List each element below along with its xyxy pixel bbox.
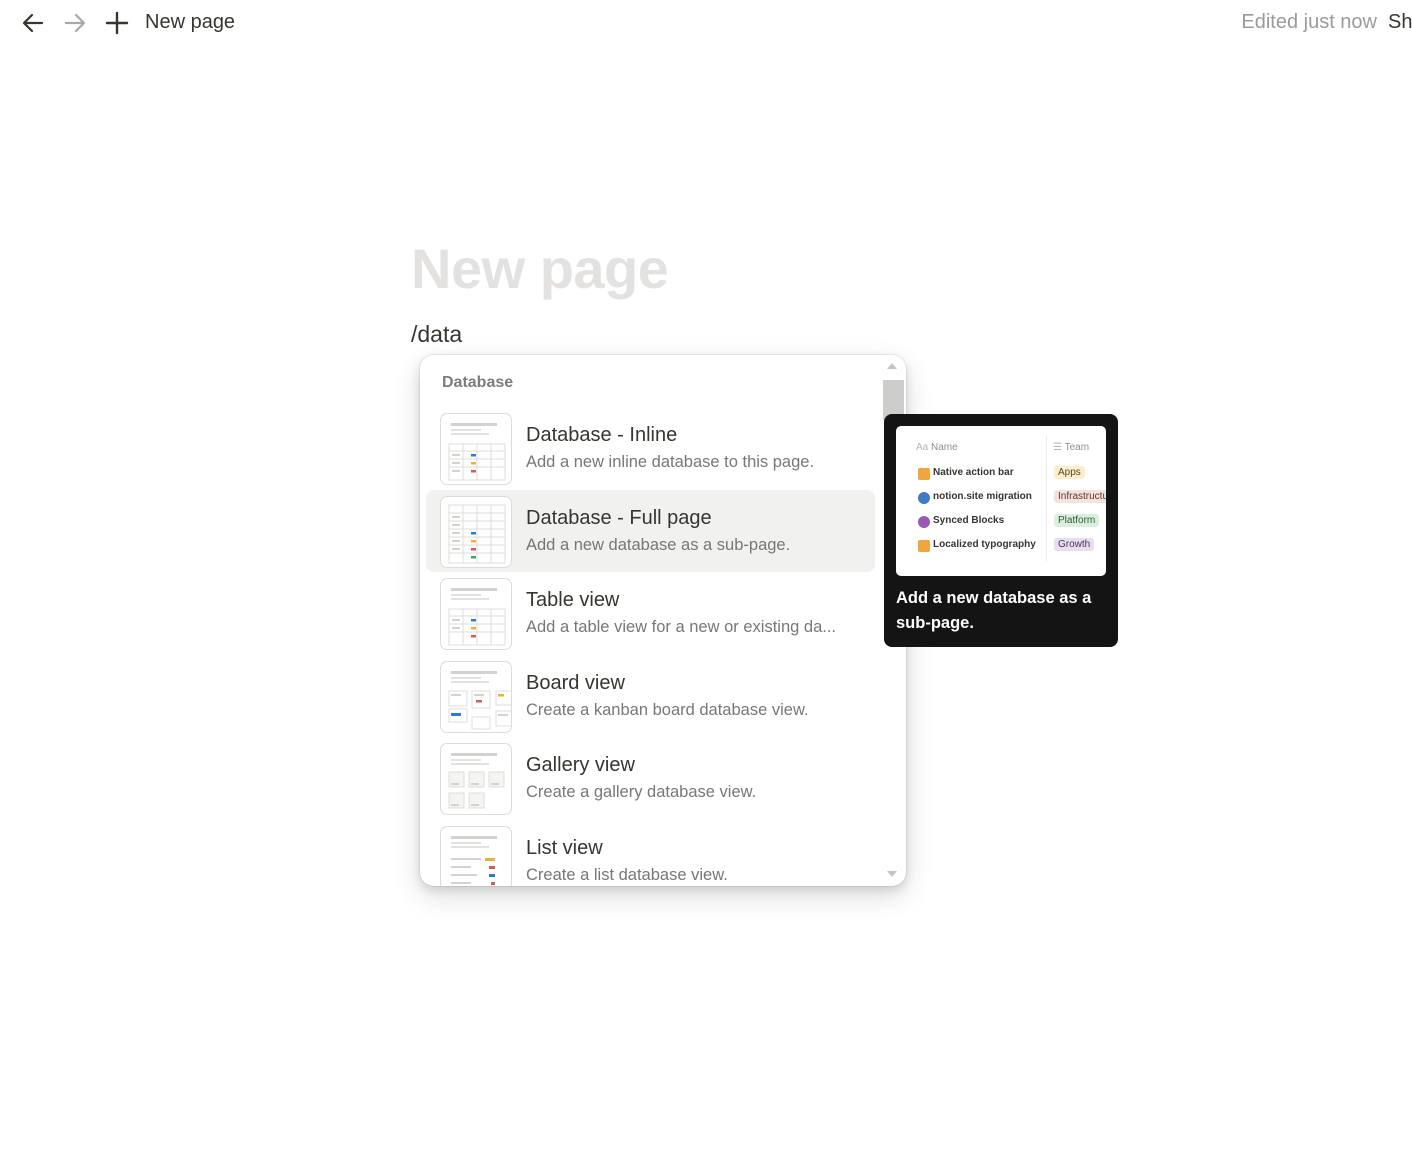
preview-row-tag: Platform xyxy=(1054,514,1100,527)
menu-item-title: Board view xyxy=(526,672,625,694)
preview-row: Localized typography Growth xyxy=(896,538,1106,553)
menu-item-database-full-page[interactable]: Database - Full page Add a new database … xyxy=(426,490,875,572)
preview-column-team: ☰ Team xyxy=(1053,442,1090,453)
preview-row-name: notion.site migration xyxy=(933,491,1032,502)
menu-item-description: Add a new database as a sub-page. xyxy=(526,536,791,554)
new-page-button[interactable] xyxy=(102,8,132,38)
topbar: New page Edited just now Share xyxy=(0,0,1412,48)
preview-row-name: Native action bar xyxy=(933,467,1014,478)
preview-row-tag: Apps xyxy=(1054,466,1085,479)
menu-item-title: Gallery view xyxy=(526,754,635,776)
list-view-thumbnail-icon xyxy=(440,826,512,886)
preview-row: Synced Blocks Platform xyxy=(896,514,1106,529)
list-property-icon: ☰ xyxy=(1053,442,1062,453)
translate-icon xyxy=(918,540,930,552)
preview-column-name: Aa Name xyxy=(916,442,958,453)
edited-status: Edited just now xyxy=(1241,11,1377,33)
text-property-icon: Aa xyxy=(916,442,929,453)
preview-row-name: Localized typography xyxy=(933,539,1036,550)
menu-item-description: Add a new inline database to this page. xyxy=(526,453,815,471)
menu-item-title: Database - Full page xyxy=(526,507,712,529)
preview-caption: Add a new database as a sub-page. xyxy=(896,589,1092,632)
menu-item-title: Table view xyxy=(526,589,620,611)
menu-item-title: Database - Inline xyxy=(526,424,678,446)
share-button[interactable]: Share xyxy=(1388,11,1412,34)
pencil-icon xyxy=(918,468,930,480)
preview-row-name: Synced Blocks xyxy=(933,515,1005,526)
slash-command-menu: Database Database - Inline Add a new inl… xyxy=(420,355,906,886)
menu-item-description: Create a list database view. xyxy=(526,866,728,884)
menu-item-database-inline[interactable]: Database - Inline Add a new inline datab… xyxy=(426,407,875,489)
menu-item-table-view[interactable]: Table view Add a table view for a new or… xyxy=(426,572,875,654)
menu-item-board-view[interactable]: Board view Create a kanban board databas… xyxy=(426,655,875,737)
back-button[interactable] xyxy=(18,8,48,38)
database-full-page-thumbnail-icon xyxy=(440,496,512,568)
menu-item-list-view[interactable]: List view Create a list database view. xyxy=(426,820,875,886)
preview-row-tag: Growth xyxy=(1054,538,1095,551)
scroll-down-arrow-icon[interactable] xyxy=(887,871,897,877)
menu-item-title: List view xyxy=(526,837,603,859)
preview-row: Native action bar Apps xyxy=(896,466,1106,481)
menu-item-gallery-view[interactable]: Gallery view Create a gallery database v… xyxy=(426,737,875,819)
preview-image: Aa Name ☰ Team Native action bar Apps no… xyxy=(896,426,1106,576)
menu-section-label: Database xyxy=(442,374,514,391)
database-inline-thumbnail-icon xyxy=(440,413,512,485)
breadcrumb-page-title[interactable]: New page xyxy=(145,11,235,34)
preview-tooltip: Aa Name ☰ Team Native action bar Apps no… xyxy=(884,414,1118,647)
globe-icon xyxy=(918,492,930,504)
arrow-left-icon xyxy=(22,13,44,33)
scroll-up-arrow-icon[interactable] xyxy=(887,363,897,369)
board-view-thumbnail-icon xyxy=(440,661,512,733)
crystal-ball-icon xyxy=(918,516,930,528)
preview-row-tag: Infrastructure xyxy=(1054,490,1106,503)
page-title-placeholder[interactable]: New page xyxy=(411,236,669,301)
slash-command-text[interactable]: /data xyxy=(411,321,462,348)
table-view-thumbnail-icon xyxy=(440,578,512,650)
preview-row: notion.site migration Infrastructure xyxy=(896,490,1106,505)
forward-button[interactable] xyxy=(60,8,90,38)
gallery-view-thumbnail-icon xyxy=(440,743,512,815)
menu-item-description: Create a gallery database view. xyxy=(526,783,757,801)
menu-item-description: Add a table view for a new or existing d… xyxy=(526,618,837,636)
arrow-right-icon xyxy=(64,13,86,33)
plus-icon xyxy=(105,11,129,35)
menu-item-description: Create a kanban board database view. xyxy=(526,701,809,719)
